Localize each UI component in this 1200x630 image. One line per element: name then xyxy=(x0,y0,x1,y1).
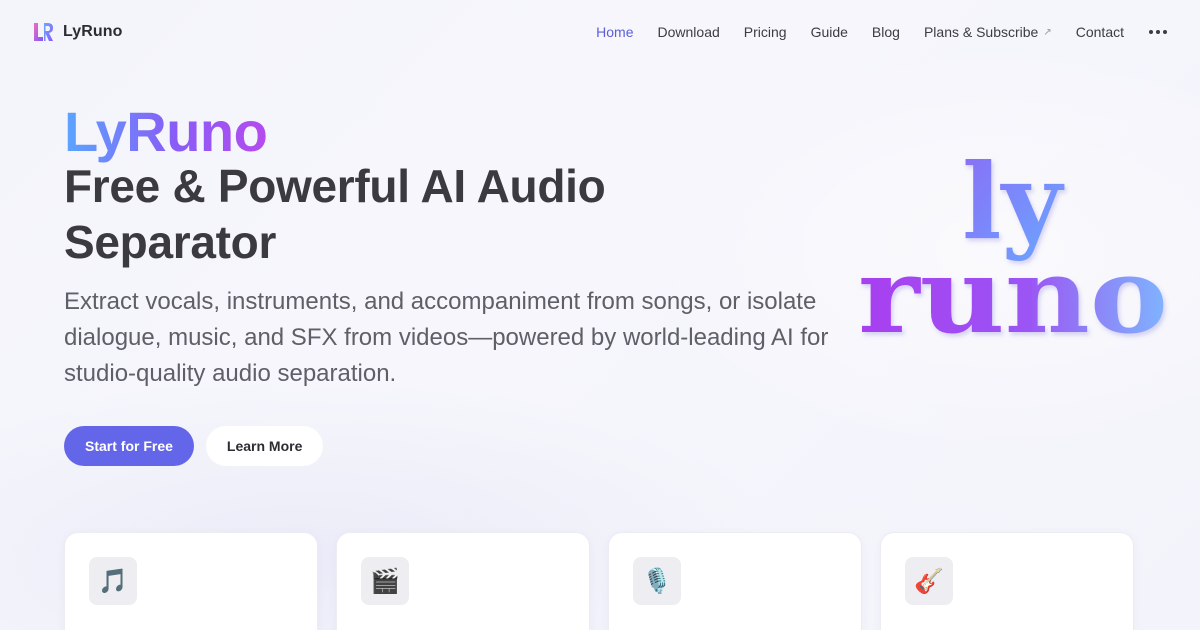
feature-card[interactable]: 🎬 xyxy=(336,532,590,630)
nav-download[interactable]: Download xyxy=(658,24,720,40)
feature-card[interactable]: 🎸 xyxy=(880,532,1134,630)
dot xyxy=(1156,30,1160,34)
hero-actions: Start for Free Learn More xyxy=(64,426,844,466)
microphone-icon: 🎙️ xyxy=(633,557,681,605)
hero-title: Free & Powerful AI Audio Separator xyxy=(64,160,606,268)
start-for-free-button[interactable]: Start for Free xyxy=(64,426,194,466)
nav-blog[interactable]: Blog xyxy=(872,24,900,40)
dot xyxy=(1149,30,1153,34)
brand-logo-icon xyxy=(34,23,53,41)
nav-download-label: Download xyxy=(657,24,720,40)
nav-links: Home Download Pricing Guide Blog Plans &… xyxy=(572,22,1168,42)
more-dots-icon[interactable] xyxy=(1148,22,1168,42)
nav-plans-subscribe[interactable]: Plans & Subscribe ↗ xyxy=(924,24,1052,40)
nav-guide-label: Guide xyxy=(810,24,848,40)
top-nav: LyRuno Home Download Pricing Guide Blog … xyxy=(0,0,1200,64)
external-link-icon: ↗ xyxy=(1043,26,1052,38)
brand-link[interactable]: LyRuno xyxy=(32,21,123,43)
nav-contact-label: Contact xyxy=(1075,24,1124,40)
nav-home[interactable]: Home xyxy=(596,24,633,40)
learn-more-button[interactable]: Learn More xyxy=(205,426,324,466)
nav-pricing[interactable]: Pricing xyxy=(744,24,787,40)
dot xyxy=(1163,30,1167,34)
hero-brand-name: LyRuno xyxy=(64,100,268,163)
lyruno-logo-art: ly runo xyxy=(858,140,1168,350)
nav-home-label: Home xyxy=(596,24,634,40)
hero-description: Extract vocals, instruments, and accompa… xyxy=(64,288,829,387)
nav-contact[interactable]: Contact xyxy=(1076,24,1124,40)
clapper-board-icon: 🎬 xyxy=(361,557,409,605)
brand-name: LyRuno xyxy=(63,23,123,40)
feature-cards: 🎵 🎬 🎙️ 🎸 xyxy=(64,532,1134,630)
feature-card[interactable]: 🎙️ xyxy=(608,532,862,630)
music-note-icon: 🎵 xyxy=(89,557,137,605)
nav-blog-label: Blog xyxy=(871,24,900,40)
feature-card[interactable]: 🎵 xyxy=(64,532,318,630)
guitar-icon: 🎸 xyxy=(905,557,953,605)
logo-art-line2: runo xyxy=(858,234,1168,350)
hero-section: LyRuno Free & Powerful AI Audio Separato… xyxy=(64,100,844,466)
nav-guide[interactable]: Guide xyxy=(811,24,848,40)
nav-plans-label: Plans & Subscribe xyxy=(923,24,1039,40)
nav-pricing-label: Pricing xyxy=(743,24,787,40)
